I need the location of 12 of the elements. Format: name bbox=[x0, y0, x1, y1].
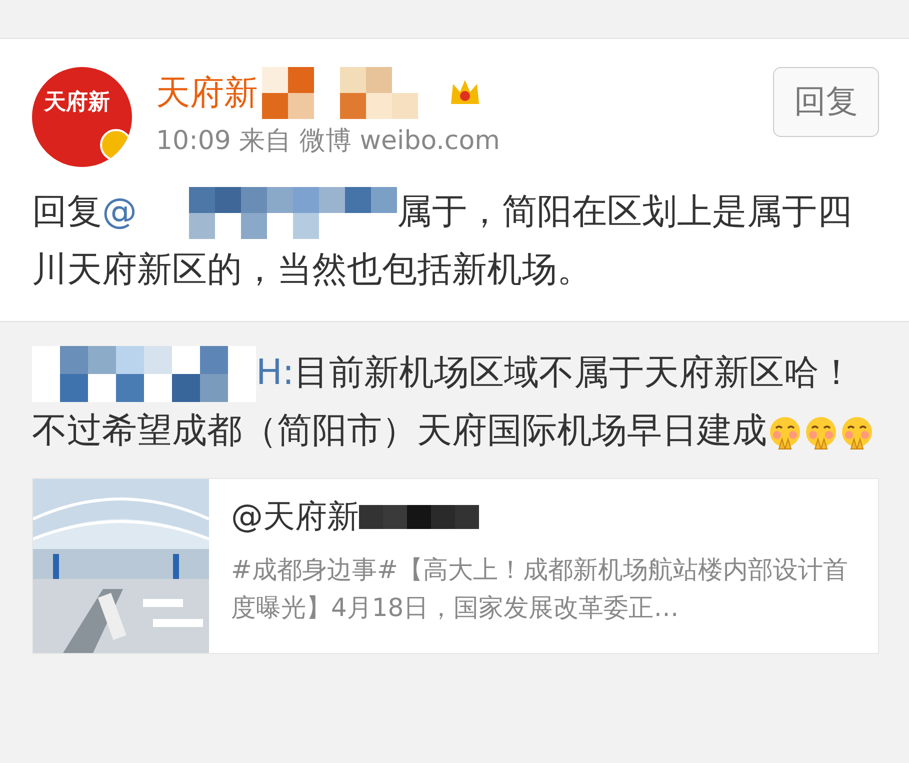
link-card[interactable]: @天府新 #成都身边事#【高大上！成都新机场航站楼内部设计首度曝光】4月18日，国家发展改革委正… bbox=[32, 478, 879, 654]
emoji-face-icon bbox=[767, 414, 803, 451]
author-name: 天府新 bbox=[156, 72, 258, 115]
link-title: @天府新 bbox=[231, 495, 870, 540]
avatar-logo-text: 天府新 bbox=[44, 88, 110, 117]
quoted-text: H:目前新机场区域不属于天府新区哈！不过希望成都（简阳市）天府国际机场早日建成 bbox=[32, 344, 879, 460]
link-summary: #成都身边事#【高大上！成都新机场航站楼内部设计首度曝光】4月18日，国家发展改革委正… bbox=[231, 554, 849, 624]
emoji-face-icon bbox=[803, 414, 839, 451]
reply-button[interactable]: 回复 bbox=[773, 67, 879, 137]
post-time: 10:09 来自 微博 weibo.com bbox=[156, 125, 501, 158]
emoji-face-icon bbox=[839, 414, 875, 451]
post-text: 回复@ 属于，简阳在区划上是属于四川天府新区的，当然也包括新机场。 bbox=[32, 183, 879, 299]
